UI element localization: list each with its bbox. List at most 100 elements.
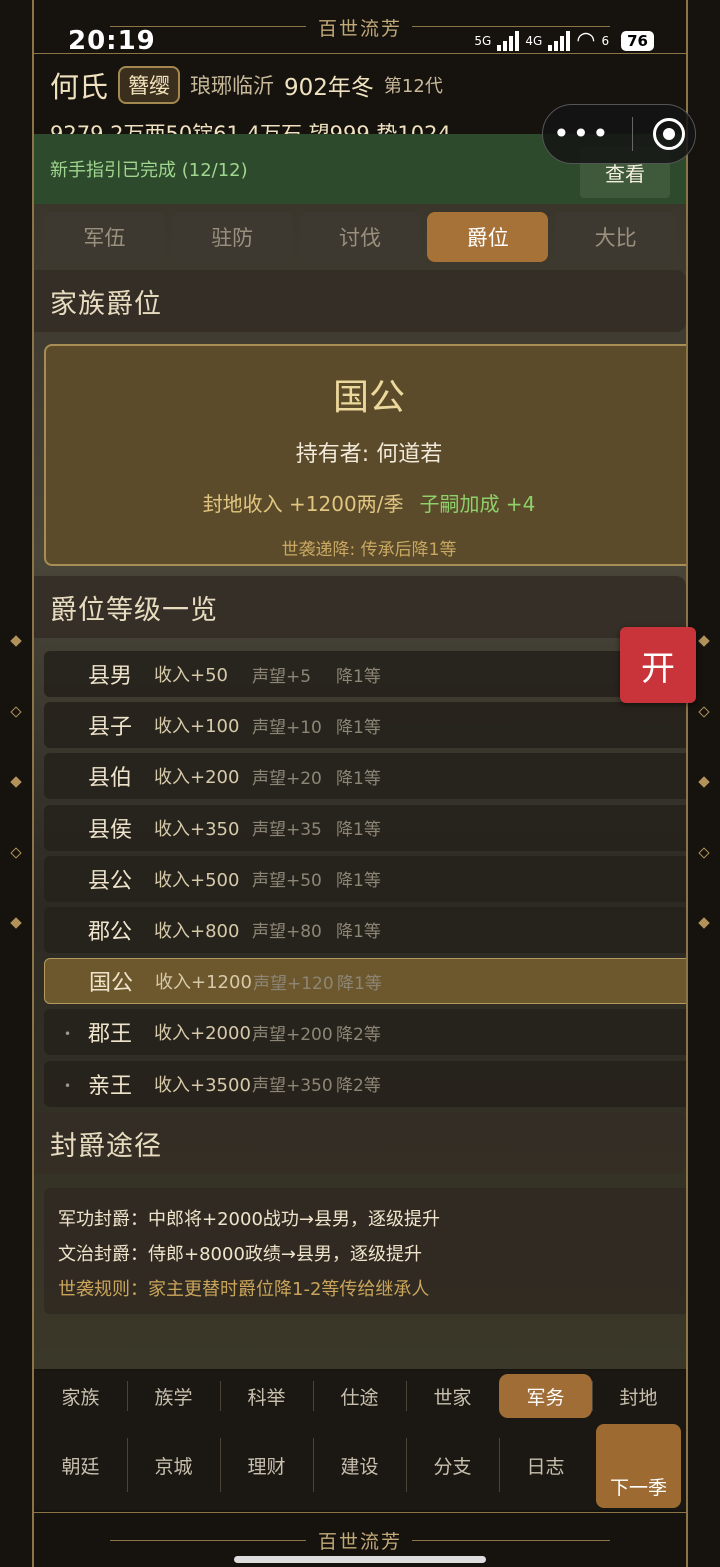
nav-finance[interactable]: 理财 xyxy=(220,1438,313,1492)
rank-income: 收入+350 xyxy=(154,818,240,840)
nav-exam[interactable]: 科举 xyxy=(220,1374,313,1418)
side-ornament xyxy=(10,847,22,859)
rank-income: 收入+3500 xyxy=(154,1074,251,1096)
rank-list-title: 爵位等级一览 xyxy=(34,576,686,638)
rank-prestige: 声望+10 xyxy=(252,717,322,738)
rank-prestige: 声望+5 xyxy=(252,666,312,687)
status-time: 20:19 xyxy=(68,26,156,56)
rank-row-locked: • 郡王 收入+2000 声望+200 降2等 xyxy=(44,1009,686,1056)
promotion-path-title: 封爵途径 xyxy=(34,1112,686,1174)
generation-label: 第12代 xyxy=(383,76,443,97)
heir-bonus: 子嗣加成 +4 xyxy=(419,492,536,516)
battery-icon: 76 xyxy=(621,30,654,51)
tab-army[interactable]: 军伍 xyxy=(44,212,165,262)
more-icon[interactable]: ••• xyxy=(553,120,612,148)
capsule-divider xyxy=(631,117,633,151)
nav-family[interactable]: 家族 xyxy=(34,1374,127,1418)
network-4g-label: 4G xyxy=(525,33,543,48)
nav-fief[interactable]: 封地 xyxy=(592,1374,685,1418)
side-ornament xyxy=(10,917,22,929)
side-ornament xyxy=(10,635,22,647)
rank-prestige: 声望+50 xyxy=(252,871,322,892)
side-ornament xyxy=(698,847,710,859)
rank-holder: 持有者: 何道若 xyxy=(295,442,443,467)
wifi-icon: ◠ xyxy=(576,28,596,53)
footer-brand: 百世流芳 xyxy=(317,1531,402,1553)
family-badge: 簪缨 xyxy=(118,66,181,104)
rank-decay: 降1等 xyxy=(336,820,381,841)
footer-divider xyxy=(32,1512,688,1513)
side-ornament xyxy=(698,776,710,788)
current-rank-name: 国公 xyxy=(332,377,405,418)
family-name: 何氏 xyxy=(50,70,109,104)
side-ornament xyxy=(698,635,710,647)
rank-income: 收入+200 xyxy=(154,767,240,789)
rank-row: 县子 收入+100 声望+10 降1等 xyxy=(44,702,686,749)
locked-bullet-icon: • xyxy=(64,1078,72,1093)
rank-income: 收入+2000 xyxy=(154,1023,251,1045)
nav-career[interactable]: 仕途 xyxy=(313,1374,406,1418)
rank-prestige: 声望+35 xyxy=(252,820,322,841)
next-season-button[interactable]: 下一季 xyxy=(596,1424,681,1508)
rank-income-line: 封地收入 +1200两/季 子嗣加成 +4 xyxy=(46,488,686,517)
rank-decay: 降2等 xyxy=(336,1076,381,1096)
tab-nobility[interactable]: 爵位 xyxy=(427,212,549,262)
rank-row: 县男 收入+50 声望+5 降1等 xyxy=(44,651,686,697)
family-location: 琅琊临沂 xyxy=(190,74,275,98)
game-year: 902年冬 xyxy=(284,75,374,101)
side-ornament xyxy=(698,706,710,718)
rank-row-locked: • 亲王 收入+3500 声望+350 降2等 xyxy=(44,1060,686,1107)
side-ornament xyxy=(10,776,22,788)
status-icons: 5G 4G ◠ 6 76 xyxy=(474,28,654,53)
inheritance-rule-path: 世袭规则：家主更替时爵位降1-2等传给继承人 xyxy=(58,1279,430,1300)
rank-income: 收入+800 xyxy=(154,920,240,942)
network-5g-label: 5G xyxy=(474,33,492,48)
rank-prestige: 声望+120 xyxy=(253,973,334,994)
nav-capital[interactable]: 京城 xyxy=(127,1438,220,1492)
home-indicator[interactable] xyxy=(234,1556,486,1563)
rank-row: 县伯 收入+200 声望+20 降1等 xyxy=(44,753,686,800)
rank-name: 亲王 xyxy=(88,1073,133,1099)
side-ornament xyxy=(10,706,22,718)
family-rank-title: 家族爵位 xyxy=(34,270,686,332)
rank-income: 收入+500 xyxy=(154,869,240,891)
guide-status: 新手指引已完成 (12/12) xyxy=(50,160,248,181)
rank-list: 县男 收入+50 声望+5 降1等 县子 收入+100 声望+10 降1等 县伯 收入+200… xyxy=(44,651,686,1112)
rank-decay: 降1等 xyxy=(336,768,381,789)
rank-name: 县伯 xyxy=(88,766,133,792)
inheritance-rule: 世袭递降: 传承后降1等 xyxy=(281,540,457,560)
nav-court[interactable]: 朝廷 xyxy=(34,1438,127,1492)
current-rank-card: 国公 持有者: 何道若 封地收入 +1200两/季 子嗣加成 +4 世袭递降: 传… xyxy=(44,344,686,566)
rank-decay: 降1等 xyxy=(337,973,382,994)
rank-decay: 降1等 xyxy=(336,922,381,943)
frame-right xyxy=(686,0,688,1567)
rank-row: 县公 收入+500 声望+50 降1等 xyxy=(44,855,686,902)
rank-row: 县侯 收入+350 声望+35 降1等 xyxy=(44,804,686,851)
miniprogram-capsule: ••• xyxy=(542,104,696,164)
tab-campaign[interactable]: 讨伐 xyxy=(299,212,421,262)
rank-name: 县公 xyxy=(88,868,133,894)
rank-income: 收入+1200 xyxy=(155,972,252,994)
promotion-path-box: 军功封爵：中郎将+2000战功→县男，逐级提升 文治封爵：侍郎+8000政绩→县… xyxy=(44,1188,686,1314)
rank-row: 郡公 收入+800 声望+80 降1等 xyxy=(44,906,686,953)
rank-prestige: 声望+20 xyxy=(252,768,322,789)
nav-build[interactable]: 建设 xyxy=(313,1438,406,1492)
nav-clans[interactable]: 世家 xyxy=(406,1374,499,1418)
nav-military[interactable]: 军务 xyxy=(499,1374,592,1418)
bottom-nav: 家族 族学 科举 仕途 世家 军务 封地 朝廷 京城 理财 建设 分支 日志 下… xyxy=(34,1370,686,1510)
tab-garrison[interactable]: 驻防 xyxy=(171,212,293,262)
rank-income: 收入+50 xyxy=(154,665,228,686)
nav-school[interactable]: 族学 xyxy=(127,1374,220,1418)
rank-name: 郡公 xyxy=(88,919,133,945)
rank-income: 收入+100 xyxy=(154,716,240,738)
open-button[interactable]: 开 xyxy=(620,627,696,703)
side-ornament xyxy=(698,917,710,929)
rank-prestige: 声望+80 xyxy=(252,922,322,943)
close-target-icon[interactable] xyxy=(652,118,685,150)
signal-icon xyxy=(497,30,520,51)
tab-tournament[interactable]: 大比 xyxy=(555,212,676,262)
fief-income: 封地收入 +1200两/季 xyxy=(202,492,404,516)
rank-prestige: 声望+350 xyxy=(252,1076,333,1096)
nav-branch[interactable]: 分支 xyxy=(406,1438,499,1492)
nav-log[interactable]: 日志 xyxy=(499,1438,592,1492)
